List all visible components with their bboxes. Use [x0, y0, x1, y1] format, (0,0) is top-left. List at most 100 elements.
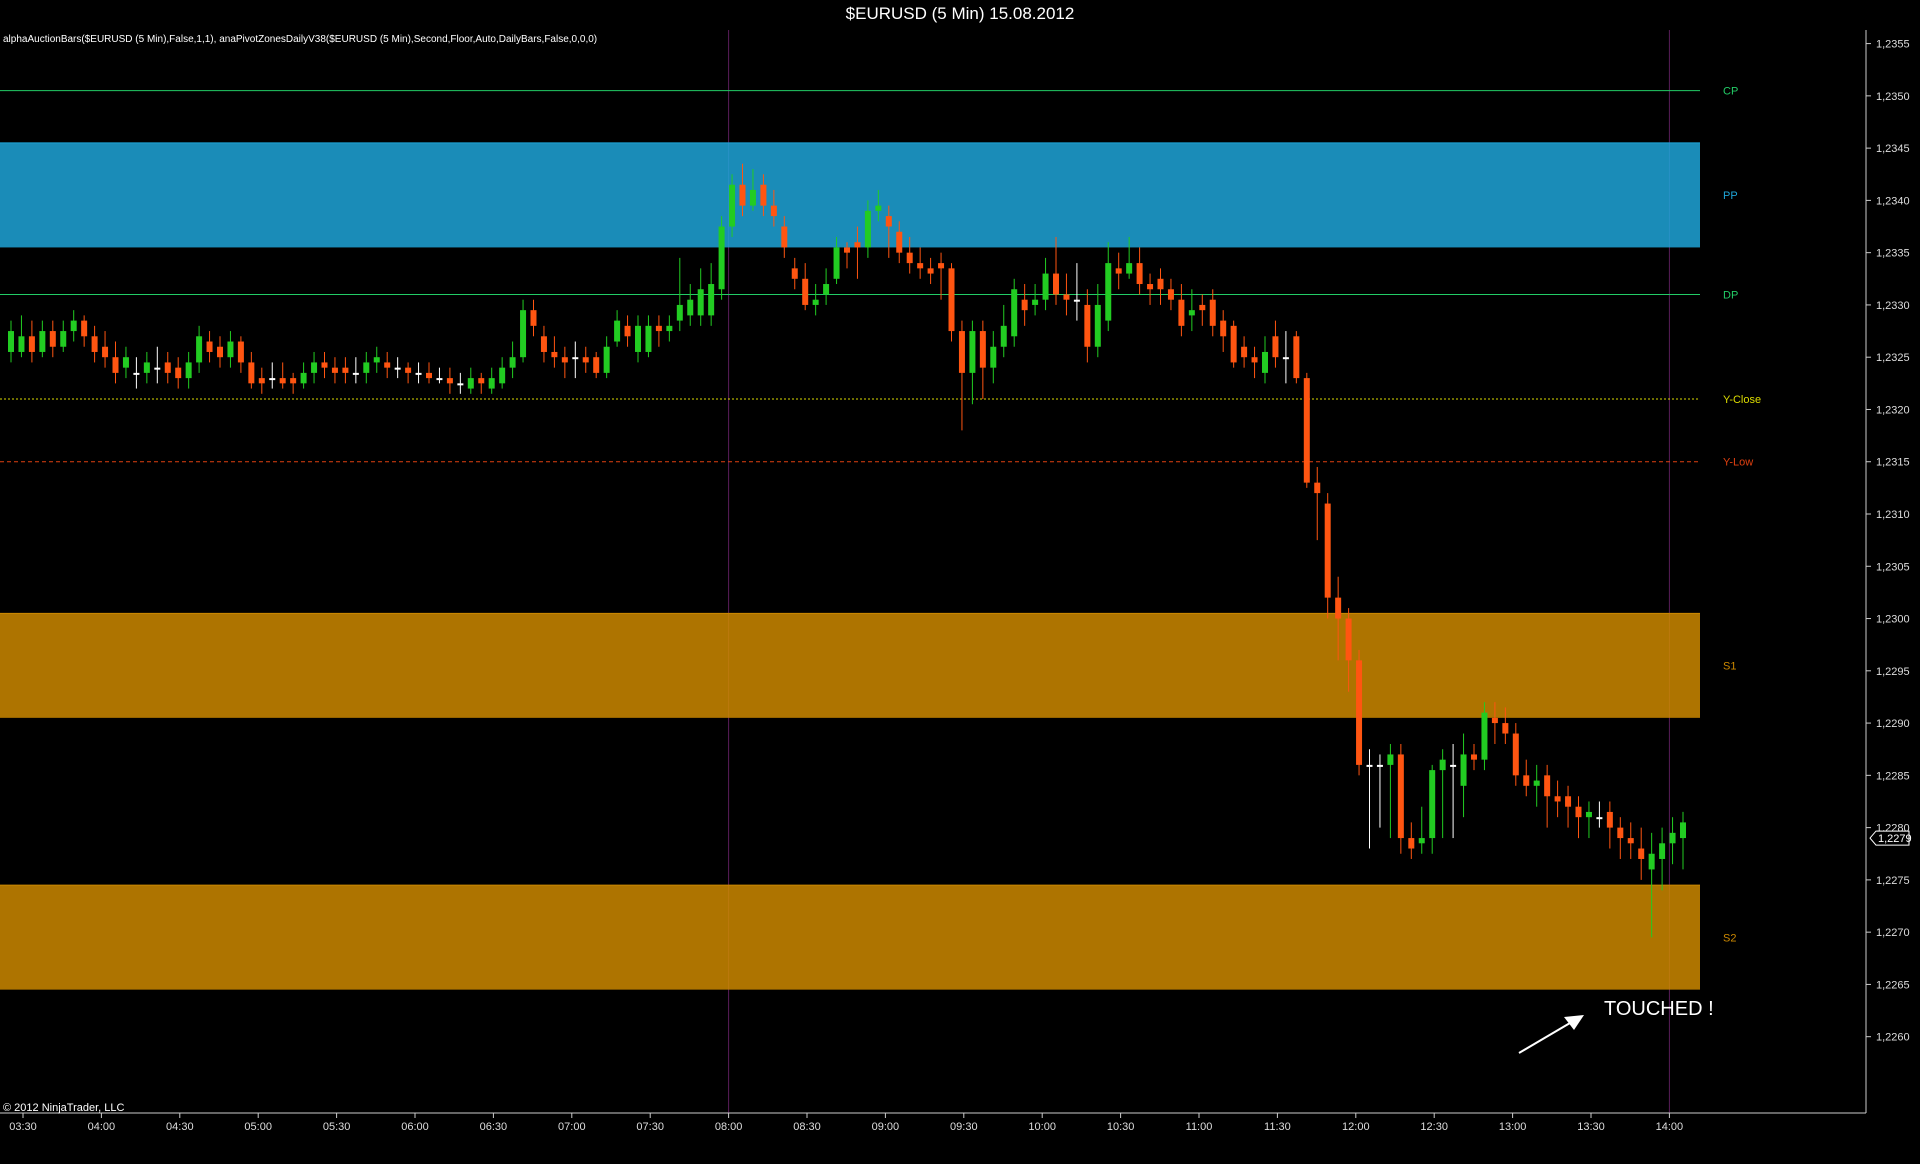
indicator-label: alphaAuctionBars($EURUSD (5 Min),False,1… [3, 34, 597, 45]
candle-body [844, 247, 850, 253]
candle-body [102, 346, 109, 358]
candle-body [687, 299, 694, 316]
candle-body [1262, 351, 1268, 373]
level-label-cp: CP [1723, 86, 1738, 98]
candle-body [1241, 346, 1248, 358]
candle-body [1178, 299, 1185, 326]
candle-body [938, 263, 945, 269]
candle-body [530, 310, 537, 326]
candle-body [290, 378, 297, 384]
candle-body [1303, 378, 1310, 483]
candle-body [60, 331, 67, 347]
candle-body [635, 325, 641, 352]
candle-body [49, 331, 56, 347]
candle-body [321, 362, 328, 368]
candle-body [1199, 304, 1206, 311]
x-tick-label: 05:00 [244, 1121, 272, 1133]
candle-body [624, 325, 631, 337]
x-tick-label: 10:00 [1028, 1121, 1056, 1133]
y-tick-label: 1,2270 [1876, 927, 1910, 939]
chart-panel[interactable]: CP PP DP Y-Close Y-Low S1 S2 1,2260 1,2265 1,227… [0, 30, 1920, 1159]
candle-body [39, 331, 46, 352]
candle-body [1627, 838, 1634, 844]
candle-body [143, 362, 150, 373]
candle-body [1397, 754, 1404, 839]
last-price-label: 1,2279 [1878, 833, 1912, 845]
x-tick-label: 12:30 [1420, 1121, 1448, 1133]
candle-body [112, 357, 119, 373]
y-tick-label: 1,2320 [1876, 404, 1910, 416]
candle-body [1209, 299, 1216, 326]
candle-body [990, 346, 997, 368]
y-tick-label: 1,2335 [1876, 248, 1910, 260]
candle-body [91, 336, 98, 352]
y-tick-label: 1,2305 [1876, 561, 1910, 573]
candle-body [1335, 597, 1342, 619]
candle [1397, 743, 1404, 854]
level-label-y-low: Y-Low [1723, 457, 1753, 469]
candle-body [1638, 848, 1645, 859]
candle-body [823, 284, 830, 295]
candlestick-chart[interactable]: CP PP DP Y-Close Y-Low S1 S2 1,2260 1,2265 1,227… [0, 30, 1920, 1159]
candle-body [1554, 796, 1561, 802]
candle-body [1481, 712, 1488, 760]
candle-body [258, 378, 265, 384]
candle-body [237, 341, 244, 363]
candle [1303, 372, 1310, 488]
candle-body [676, 304, 683, 321]
candle-body [1648, 853, 1655, 870]
candle-body [770, 205, 777, 217]
candle-body [342, 367, 349, 373]
candle-body [1460, 754, 1467, 786]
y-tick-label: 1,2290 [1876, 718, 1910, 730]
candle-body [373, 357, 380, 363]
candle-body [1105, 263, 1112, 321]
y-tick-label: 1,2315 [1876, 457, 1910, 469]
candle-body [446, 378, 453, 384]
level-label-dp: DP [1723, 289, 1738, 301]
level-label-s1: S1 [1723, 661, 1736, 673]
candle-body [948, 268, 955, 332]
candle-body [352, 372, 359, 375]
candle-body [969, 331, 976, 373]
y-tick-label: 1,2340 [1876, 195, 1910, 207]
candle-body [1230, 325, 1237, 363]
y-tick-label: 1,2350 [1876, 91, 1910, 103]
candle-body [384, 362, 391, 368]
level-band-pp [0, 142, 1700, 248]
y-tick-label: 1,2310 [1876, 509, 1910, 521]
candle-body [279, 378, 286, 384]
candle-body [1293, 336, 1300, 379]
candle-body [666, 325, 673, 332]
candle-body [206, 341, 213, 352]
candle-body [331, 367, 338, 373]
candle-body [1188, 310, 1195, 316]
candle-body [1073, 299, 1080, 302]
candle [1293, 331, 1300, 384]
level-label-y-close: Y-Close [1723, 394, 1761, 406]
candle-body [1147, 284, 1154, 290]
candle-body [1408, 838, 1415, 849]
candle-body [8, 331, 14, 352]
candle-body [1429, 770, 1436, 839]
candle-body [1596, 817, 1603, 820]
candle-body [1042, 273, 1049, 300]
level-band-s2 [0, 885, 1700, 990]
candle-body [269, 378, 276, 381]
x-tick-label: 03:30 [9, 1121, 37, 1133]
candle-body [812, 299, 819, 305]
candle-body [1157, 278, 1164, 290]
candle-body [540, 336, 547, 352]
candle-body [81, 320, 88, 337]
candle-body [28, 336, 35, 352]
candle-body [1366, 764, 1373, 767]
candle-body [979, 331, 986, 368]
candle-body [1011, 289, 1018, 337]
candle-body [885, 216, 892, 227]
y-tick-label: 1,2355 [1876, 39, 1910, 51]
candle-body [561, 357, 568, 363]
candle-body [572, 357, 579, 360]
candle-body [70, 320, 77, 332]
candle-body [499, 367, 506, 384]
y-tick-label: 1,2300 [1876, 614, 1910, 626]
